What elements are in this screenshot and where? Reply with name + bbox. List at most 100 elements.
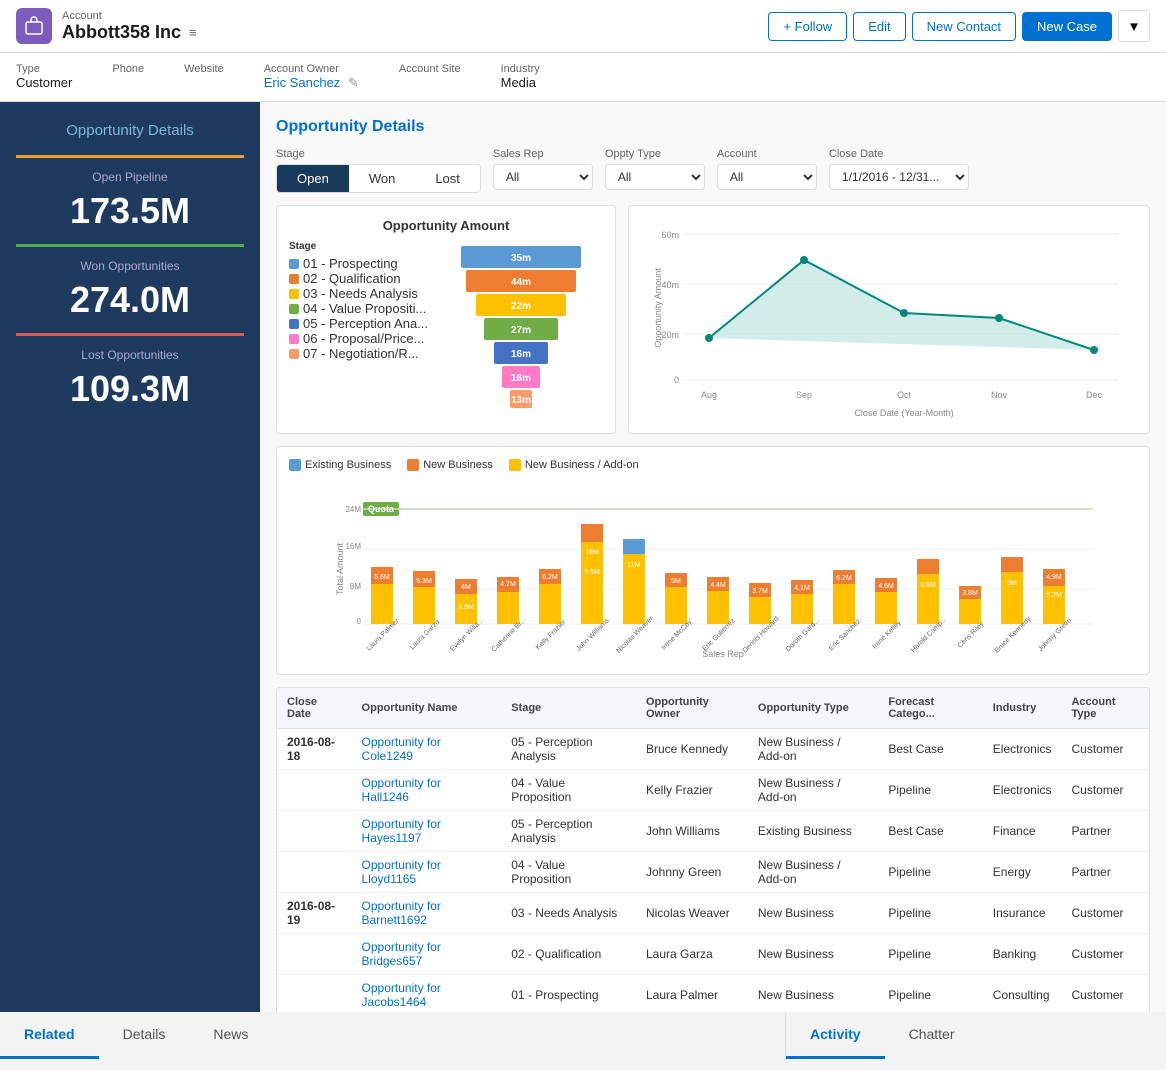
cell-industry: Electronics	[983, 770, 1062, 811]
cell-industry: Insurance	[983, 893, 1062, 934]
cell-type: New Business	[748, 975, 878, 1013]
legend-value-prop: 04 - Value Propositi...	[289, 301, 428, 316]
cell-name[interactable]: Opportunity for Hall1246	[352, 770, 502, 811]
account-owner-value: Eric Sanchez ✎	[264, 75, 359, 90]
phone-value	[112, 75, 116, 90]
cell-account-type: Customer	[1061, 770, 1149, 811]
svg-text:24M: 24M	[345, 505, 361, 514]
legend-existing: Existing Business	[289, 459, 391, 471]
svg-text:Close Date (Year-Month): Close Date (Year-Month)	[854, 408, 953, 418]
svg-text:5.2M: 5.2M	[1046, 592, 1062, 599]
account-filter: Account All	[717, 148, 817, 190]
cell-forecast: Pipeline	[878, 975, 982, 1013]
oppty-type-select[interactable]: All	[605, 164, 705, 190]
account-site-value	[399, 75, 403, 90]
svg-text:40m: 40m	[661, 280, 679, 290]
cell-name[interactable]: Opportunity for Jacobs1464	[352, 975, 502, 1013]
svg-text:4.1M: 4.1M	[794, 585, 810, 592]
cell-name[interactable]: Opportunity for Cole1249	[352, 729, 502, 770]
bottom-bar: Related Details News Activity Chatter	[0, 1012, 1166, 1059]
cell-name[interactable]: Opportunity for Lloyd1165	[352, 852, 502, 893]
account-owner-link[interactable]: Eric Sanchez	[264, 75, 341, 90]
table-row: Opportunity for Hall1246 04 - Value Prop…	[277, 770, 1149, 811]
close-date-filter: Close Date 1/1/2016 - 12/31...	[829, 148, 969, 190]
cell-industry: Banking	[983, 934, 1062, 975]
edit-owner-icon[interactable]: ✎	[348, 75, 359, 90]
tab-details[interactable]: Details	[99, 1012, 190, 1059]
cell-stage: 01 - Prospecting	[501, 975, 636, 1013]
cell-name[interactable]: Opportunity for Hayes1197	[352, 811, 502, 852]
more-actions-button[interactable]: ▼	[1118, 10, 1150, 42]
svg-text:Sep: Sep	[796, 390, 812, 400]
cell-forecast: Best Case	[878, 729, 982, 770]
industry-label: Industry	[501, 63, 540, 75]
close-date-select[interactable]: 1/1/2016 - 12/31...	[829, 164, 969, 190]
svg-text:4.6M: 4.6M	[878, 583, 894, 590]
table-row: Opportunity for Lloyd1165 04 - Value Pro…	[277, 852, 1149, 893]
won-value: 274.0M	[16, 279, 244, 321]
cell-owner: Nicolas Weaver	[636, 893, 748, 934]
won-opportunities-section: Won Opportunities 274.0M	[16, 244, 244, 333]
type-field: Type Customer	[16, 63, 72, 91]
svg-text:6.2M: 6.2M	[836, 575, 852, 582]
bar-chart-legend: Existing Business New Business New Busin…	[289, 459, 1137, 471]
tab-related[interactable]: Related	[0, 1012, 99, 1059]
col-opportunity-owner: Opportunity Owner	[636, 688, 748, 729]
filters-row: Stage Open Won Lost Sales Rep All Oppty …	[276, 148, 1150, 193]
lost-opportunities-section: Lost Opportunities 109.3M	[16, 333, 244, 422]
edit-button[interactable]: Edit	[853, 12, 905, 41]
funnel-title: Opportunity Amount	[289, 218, 603, 233]
svg-text:5.3M: 5.3M	[416, 578, 432, 585]
svg-text:5.6M: 5.6M	[374, 574, 390, 581]
cell-account-type: Customer	[1061, 729, 1149, 770]
account-icon	[16, 8, 52, 44]
funnel-area: Stage 01 - Prospecting 02 - Qualificatio…	[289, 241, 603, 411]
type-value: Customer	[16, 75, 72, 90]
legend-label-needs: 03 - Needs Analysis	[303, 286, 418, 301]
cell-account-type: Customer	[1061, 975, 1149, 1013]
sales-rep-filter: Sales Rep All	[493, 148, 593, 190]
cell-account-type: Partner	[1061, 811, 1149, 852]
legend-new: New Business	[407, 459, 493, 471]
svg-text:16M: 16M	[345, 542, 361, 551]
svg-text:0: 0	[357, 617, 362, 626]
cell-name[interactable]: Opportunity for Bridges657	[352, 934, 502, 975]
industry-field: Industry Media	[501, 63, 540, 91]
svg-text:35m: 35m	[511, 253, 531, 264]
cell-forecast: Pipeline	[878, 893, 982, 934]
funnel-visual: 35m 44m 22m 27m 16m	[438, 241, 603, 411]
account-name: Abbott358 Inc	[62, 22, 181, 43]
svg-text:44m: 44m	[511, 277, 531, 288]
cell-account-type: Partner	[1061, 852, 1149, 893]
follow-button[interactable]: + Follow	[768, 12, 847, 41]
tab-lost[interactable]: Lost	[415, 165, 480, 192]
col-opportunity-type: Opportunity Type	[748, 688, 878, 729]
svg-text:Sales Rep: Sales Rep	[702, 649, 744, 659]
new-case-button[interactable]: New Case	[1022, 12, 1112, 41]
svg-text:13m: 13m	[511, 395, 531, 406]
tab-chatter[interactable]: Chatter	[885, 1012, 979, 1059]
hierarchy-icon[interactable]: ≡	[189, 25, 197, 40]
cell-name[interactable]: Opportunity for Barnett1692	[352, 893, 502, 934]
close-date-label: Close Date	[829, 148, 969, 160]
type-label: Type	[16, 63, 72, 75]
sales-rep-select[interactable]: All	[493, 164, 593, 190]
tab-news[interactable]: News	[189, 1012, 272, 1059]
svg-text:4.7M: 4.7M	[500, 581, 516, 588]
table: Close Date Opportunity Name Stage Opport…	[277, 688, 1149, 1012]
new-contact-button[interactable]: New Contact	[912, 12, 1016, 41]
legend-new-addon: New Business / Add-on	[509, 459, 639, 471]
tab-won[interactable]: Won	[349, 165, 416, 192]
tab-activity[interactable]: Activity	[786, 1012, 885, 1059]
legend-label-value: 04 - Value Propositi...	[303, 301, 426, 316]
tab-open[interactable]: Open	[277, 165, 349, 192]
funnel-svg: 35m 44m 22m 27m 16m	[456, 241, 586, 411]
cell-type: New Business / Add-on	[748, 729, 878, 770]
svg-text:0: 0	[674, 375, 679, 385]
cell-forecast: Best Case	[878, 811, 982, 852]
website-label: Website	[184, 63, 224, 75]
legend-perception: 05 - Perception Ana...	[289, 316, 428, 331]
account-select[interactable]: All	[717, 164, 817, 190]
won-label: Won Opportunities	[16, 259, 244, 273]
cell-type: New Business / Add-on	[748, 852, 878, 893]
